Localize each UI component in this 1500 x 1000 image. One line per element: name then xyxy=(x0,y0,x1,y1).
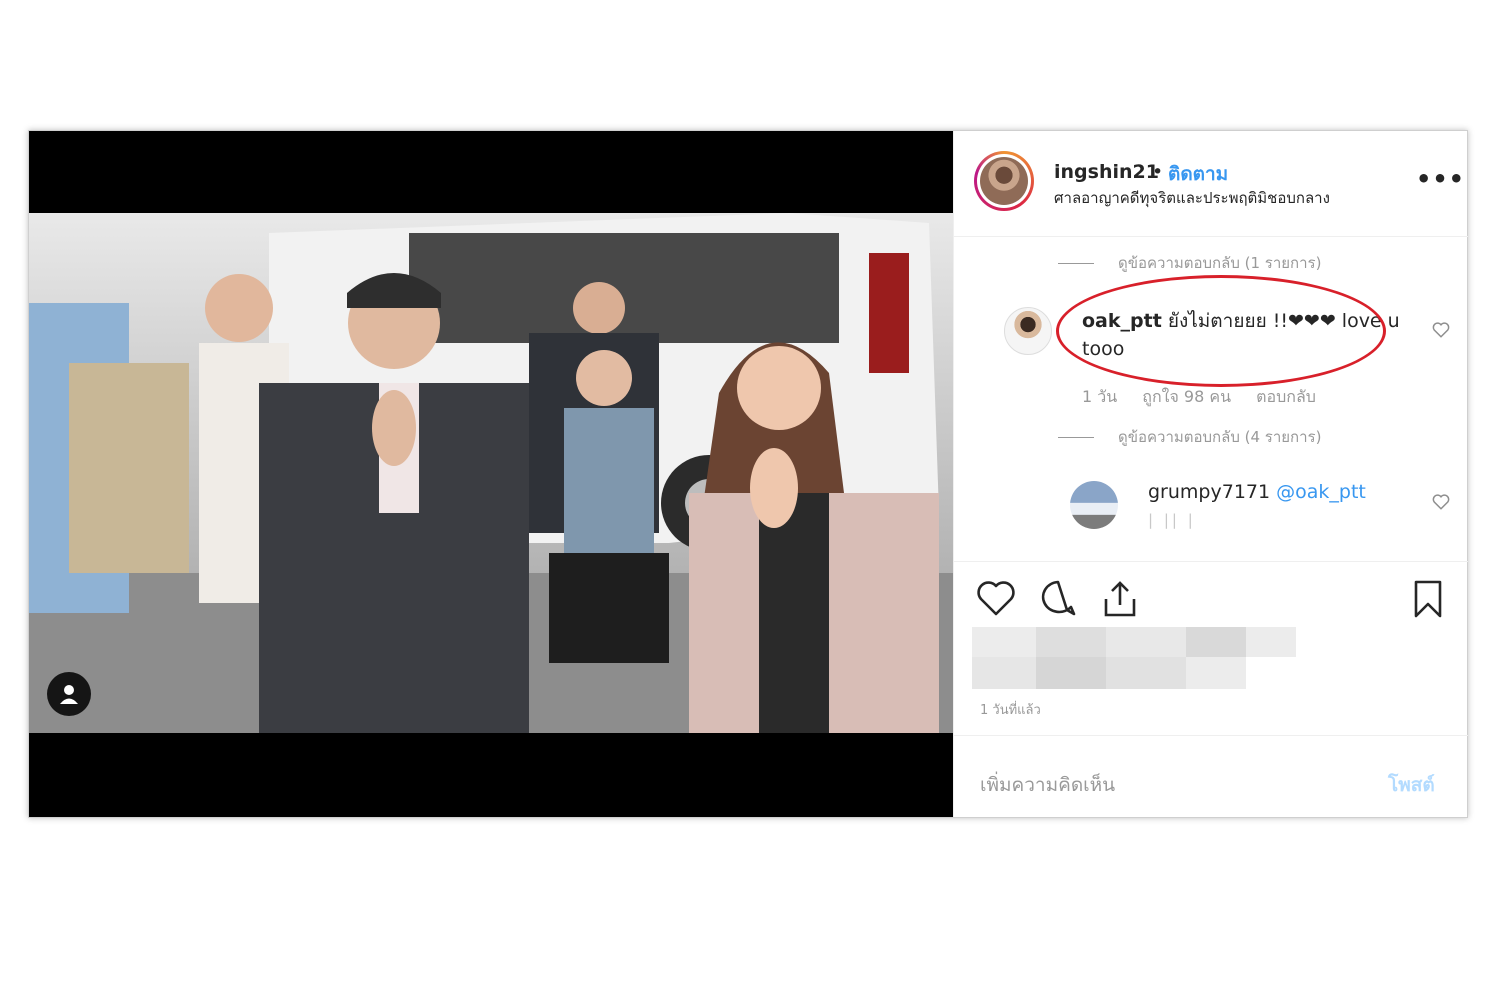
reply-body: grumpy7171 @oak_ptt xyxy=(1148,481,1366,503)
reply-avatar[interactable] xyxy=(1070,481,1118,529)
comment-age: 1 วัน xyxy=(1082,387,1118,406)
author-avatar[interactable] xyxy=(974,151,1034,211)
instagram-post-window: ingshin21 • ติดตาม ศาลอาญาคดีทุจริตและปร… xyxy=(28,130,1468,818)
comment-body: oak_ptt ยังไม่ตายยย !!❤❤❤ love u tooo xyxy=(1082,307,1412,363)
post-media[interactable] xyxy=(29,131,953,817)
view-replies-link[interactable]: ดูข้อความตอบกลับ (4 รายการ) xyxy=(1058,425,1321,449)
actions-divider xyxy=(954,561,1468,562)
tag-people-button[interactable] xyxy=(47,672,91,716)
post-sidebar: ingshin21 • ติดตาม ศาลอาญาคดีทุจริตและปร… xyxy=(953,131,1468,817)
author-username[interactable]: ingshin21 xyxy=(1054,161,1159,183)
reply-button[interactable]: ตอบกลับ xyxy=(1256,387,1316,406)
post-timestamp: 1 วันที่แล้ว xyxy=(980,703,1041,718)
post-photo xyxy=(29,213,953,733)
like-reply-icon[interactable] xyxy=(1432,493,1450,511)
like-comment-icon[interactable] xyxy=(1432,321,1450,339)
heart-icon[interactable] xyxy=(976,579,1016,617)
post-header: ingshin21 • ติดตาม ศาลอาญาคดีทุจริตและปร… xyxy=(954,131,1468,237)
user-icon xyxy=(60,685,78,704)
comment-icon[interactable] xyxy=(1038,579,1078,617)
commenter-avatar[interactable] xyxy=(1004,307,1052,355)
divider-line xyxy=(1058,263,1094,264)
comment-likes[interactable]: ถูกใจ 98 คน xyxy=(1142,387,1231,406)
add-comment-input[interactable]: เพิ่มความคิดเห็น xyxy=(980,770,1115,800)
comment-meta: 1 วัน ถูกใจ 98 คน ตอบกลับ xyxy=(1082,385,1336,410)
separator-dot: • xyxy=(1152,161,1164,183)
screenshot-canvas: ingshin21 • ติดตาม ศาลอาญาคดีทุจริตและปร… xyxy=(0,0,1500,1000)
more-options-icon[interactable]: ••• xyxy=(1416,165,1465,193)
divider-line xyxy=(1058,437,1094,438)
reply-username[interactable]: grumpy7171 xyxy=(1148,481,1270,503)
view-replies-link[interactable]: ดูข้อความตอบกลับ (1 รายการ) xyxy=(1058,251,1321,275)
post-comment-button[interactable]: โพสต์ xyxy=(1388,770,1435,800)
follow-button[interactable]: ติดตาม xyxy=(1168,159,1228,189)
reply-faded-text: | || | xyxy=(1148,511,1196,529)
bookmark-icon[interactable] xyxy=(1410,579,1446,619)
reply-mention[interactable]: @oak_ptt xyxy=(1276,481,1366,503)
post-location[interactable]: ศาลอาญาคดีทุจริตและประพฤติมิชอบกลาง xyxy=(1054,186,1330,210)
share-icon[interactable] xyxy=(1100,579,1140,619)
blurred-likes-info xyxy=(972,627,1296,689)
commenter-username[interactable]: oak_ptt xyxy=(1082,310,1162,332)
add-comment-row: เพิ่มความคิดเห็น โพสต์ xyxy=(954,735,1468,817)
